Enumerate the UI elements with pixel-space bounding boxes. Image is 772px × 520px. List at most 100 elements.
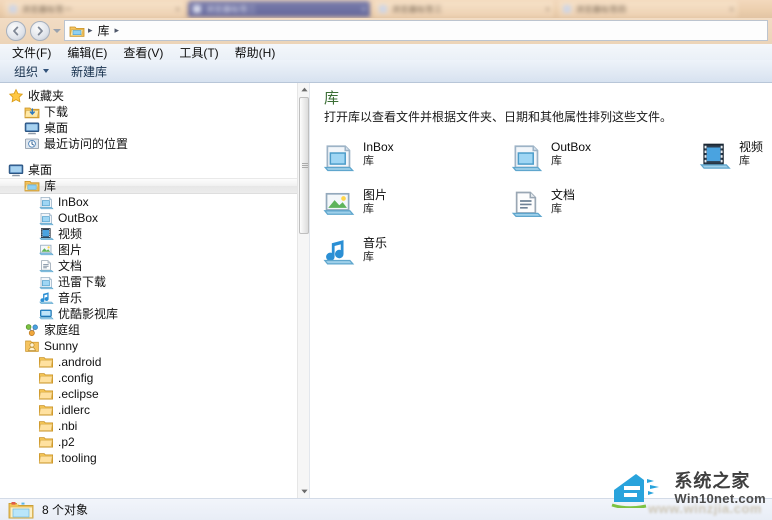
menu-edit[interactable]: 编辑(E) <box>67 44 107 61</box>
tree-item-label: InBox <box>58 195 89 209</box>
browser-tab-strip: 浏览器标签一 × 浏览器标签二 × 浏览器标签三 × 浏览器标签四 × <box>0 0 772 18</box>
library-generic-icon <box>318 137 358 175</box>
forward-button[interactable] <box>30 21 50 41</box>
tree-item-label: .nbi <box>58 419 78 433</box>
tree-item-label: 音乐 <box>58 291 83 305</box>
folder-icon <box>38 386 54 402</box>
menu-tools[interactable]: 工具(T) <box>179 44 218 61</box>
tree-item-[interactable]: 图片 <box>0 242 298 258</box>
breadcrumb-separator-2[interactable]: ▸ <box>115 25 120 36</box>
breadcrumb-separator: ▸ <box>88 25 93 35</box>
tree-item-eclipse[interactable]: .eclipse <box>0 386 298 402</box>
homegroup-icon <box>24 322 40 338</box>
tree-item-label: Sunny <box>44 339 79 353</box>
content-area: 收藏夹 下载 桌面 最近访问的位置 桌面库 InBox OutBox 视频 图片 文档 迅雷下载 音乐… <box>0 83 772 498</box>
tree-item-[interactable]: 优酷影视库 <box>0 306 298 322</box>
tree-item-label: 图片 <box>58 243 83 257</box>
navigation-pane-scrollbar[interactable] <box>297 83 309 498</box>
tree-item-sunny[interactable]: Sunny <box>0 338 298 354</box>
tree-item-inbox[interactable]: InBox <box>0 194 298 210</box>
folder-icon <box>38 402 54 418</box>
new-library-button[interactable]: 新建库 <box>71 63 107 80</box>
library-item-subtitle: 库 <box>363 155 374 167</box>
browser-tab-2[interactable]: 浏览器标签三 × <box>374 1 554 17</box>
tree-item-label: 视频 <box>58 227 83 241</box>
watermark-cn: 系统之家 <box>674 470 751 491</box>
tree-item-label: 库 <box>44 179 57 193</box>
library-generic-icon <box>38 274 54 290</box>
tree-item-[interactable]: 视频 <box>0 226 298 242</box>
folder-icon <box>38 450 54 466</box>
library-generic-icon <box>506 137 546 175</box>
close-icon[interactable]: × <box>175 5 180 14</box>
tree-item-[interactable]: 文档 <box>0 258 298 274</box>
explorer-window: 浏览器标签一 × 浏览器标签二 × 浏览器标签三 × 浏览器标签四 × ▸ 库 … <box>0 0 772 520</box>
tree-item-[interactable]: 收藏夹 <box>0 88 298 104</box>
tree-item-android[interactable]: .android <box>0 354 298 370</box>
browser-tab-3[interactable]: 浏览器标签四 × <box>558 1 738 17</box>
scrollbar-thumb[interactable] <box>299 97 309 234</box>
library-item-name: 文档 <box>551 188 576 202</box>
library-item-[interactable]: 音乐库 <box>318 233 498 271</box>
tree-item-config[interactable]: .config <box>0 370 298 386</box>
downloads-icon <box>24 104 40 120</box>
page-icon <box>193 5 201 13</box>
menu-file[interactable]: 文件(F) <box>12 44 51 61</box>
tree-item-tooling[interactable]: .tooling <box>0 450 298 466</box>
browser-tab-label: 浏览器标签二 <box>206 4 257 14</box>
library-item-[interactable]: 图片库 <box>318 185 498 223</box>
tree-item-[interactable]: 家庭组 <box>0 322 298 338</box>
library-icon <box>69 26 85 37</box>
library-item-name: 视频 <box>739 140 764 154</box>
breadcrumb-item-library[interactable]: 库 <box>98 22 110 39</box>
history-dropdown-button[interactable] <box>53 29 61 33</box>
tree-item-label: .idlerc <box>58 403 91 417</box>
tree-item-p2[interactable]: .p2 <box>0 434 298 450</box>
browser-tab-0[interactable]: 浏览器标签一 × <box>4 1 184 17</box>
library-item-subtitle: 库 <box>551 155 562 167</box>
library-item-inbox[interactable]: InBox 库 <box>318 137 498 175</box>
page-icon <box>9 5 17 13</box>
star-icon <box>8 88 24 104</box>
tree-item-label: 家庭组 <box>44 323 81 337</box>
tree-item-nbi[interactable]: .nbi <box>0 418 298 434</box>
tree-item-[interactable]: 音乐 <box>0 290 298 306</box>
tree-item-label: 桌面 <box>44 121 69 135</box>
scrollbar-grip-icon <box>302 162 308 169</box>
tree-item-[interactable]: 库 <box>0 178 298 194</box>
library-item-text: 音乐库 <box>363 233 387 264</box>
tree-item-[interactable]: 桌面 <box>0 162 298 178</box>
organize-button[interactable]: 组织 <box>14 63 50 80</box>
folder-icon <box>38 434 54 450</box>
address-bar[interactable]: ▸ 库 ▸ <box>64 20 768 41</box>
tree-item-[interactable]: 桌面 <box>0 120 298 136</box>
browser-tab-label: 浏览器标签四 <box>576 4 627 14</box>
page-description: 打开库以查看文件并根据文件夹、日期和其他属性排列这些文件。 <box>324 110 673 124</box>
tree-item-label: 收藏夹 <box>28 89 65 103</box>
close-icon[interactable]: × <box>361 5 366 14</box>
browser-tab-label: 浏览器标签三 <box>392 4 443 14</box>
tree-item-label: 文档 <box>58 259 83 273</box>
library-item-name: OutBox <box>551 140 592 154</box>
browser-tab-1[interactable]: 浏览器标签二 × <box>188 1 370 17</box>
tree-item-idlerc[interactable]: .idlerc <box>0 402 298 418</box>
close-icon[interactable]: × <box>545 5 550 14</box>
library-item-text: 视频库 <box>739 137 763 168</box>
folder-icon <box>38 370 54 386</box>
library-item-outbox[interactable]: OutBox 库 <box>506 137 686 175</box>
library-item-[interactable]: 文档库 <box>506 185 686 223</box>
tree-item-outbox[interactable]: OutBox <box>0 210 298 226</box>
tree-item-[interactable]: 最近访问的位置 <box>0 136 298 152</box>
close-icon[interactable]: × <box>729 5 734 14</box>
library-item-name: 图片 <box>363 188 388 202</box>
menu-help[interactable]: 帮助(H) <box>235 44 276 61</box>
music-library-icon <box>318 233 358 271</box>
tree-item-[interactable]: 迅雷下载 <box>0 274 298 290</box>
back-button[interactable] <box>6 21 26 41</box>
tree-item-label: 桌面 <box>28 163 53 177</box>
library-item-text: 文档库 <box>551 185 575 216</box>
menu-bar: 文件(F) 编辑(E) 查看(V) 工具(T) 帮助(H) <box>0 44 772 60</box>
library-item-[interactable]: 视频库 <box>694 137 772 175</box>
menu-view[interactable]: 查看(V) <box>123 44 163 61</box>
tree-item-[interactable]: 下载 <box>0 104 298 120</box>
